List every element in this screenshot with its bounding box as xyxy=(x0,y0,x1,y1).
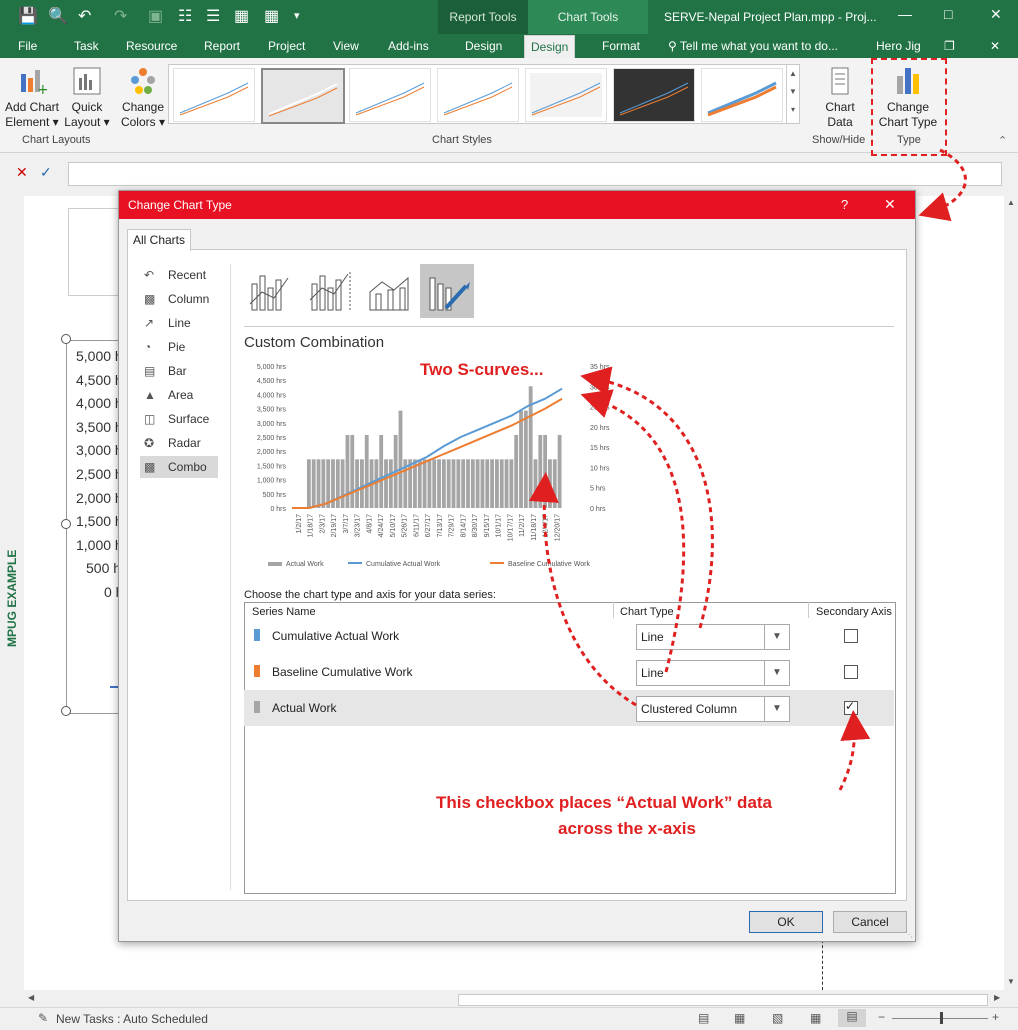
zoom-in-icon[interactable]: + xyxy=(992,1010,999,1024)
new-tasks-icon[interactable]: ✎ xyxy=(38,1011,48,1025)
resource-sheet-icon[interactable]: ▦ xyxy=(810,1011,821,1025)
report-view-icon[interactable]: ▤ xyxy=(838,1009,866,1027)
gantt-view-icon[interactable]: ▤ xyxy=(698,1011,709,1025)
scroll-right-icon[interactable]: ▶ xyxy=(994,993,1000,1002)
status-bar: ✎ New Tasks : Auto Scheduled ▤ ▦ ▧ ▦ ▤ −… xyxy=(0,1007,1018,1030)
task-usage-icon[interactable]: ▦ xyxy=(734,1011,745,1025)
zoom-slider-thumb[interactable] xyxy=(940,1012,943,1024)
team-planner-icon[interactable]: ▧ xyxy=(772,1011,783,1025)
tab-all-charts[interactable]: All Charts xyxy=(127,229,191,251)
new-tasks-status[interactable]: New Tasks : Auto Scheduled xyxy=(56,1012,208,1026)
annotation-arrows xyxy=(528,148,967,791)
horizontal-scrollbar[interactable]: ◀ ▶ xyxy=(24,992,1018,1006)
scroll-left-icon[interactable]: ◀ xyxy=(28,993,34,1002)
scroll-thumb[interactable] xyxy=(458,994,988,1006)
zoom-out-icon[interactable]: − xyxy=(878,1010,885,1024)
